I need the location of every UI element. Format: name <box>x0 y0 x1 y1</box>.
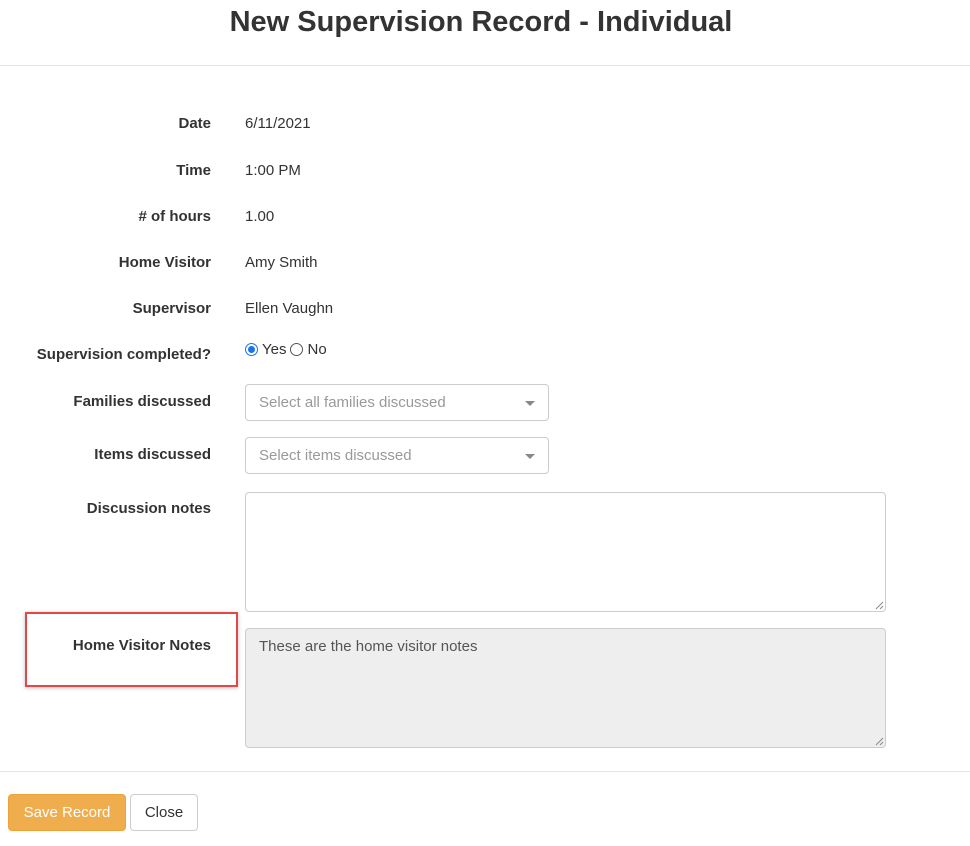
families-discussed-select[interactable]: Select all families discussed <box>245 384 549 421</box>
home-visitor-notes-textarea: These are the home visitor notes <box>245 628 886 748</box>
discussion-notes-label: Discussion notes <box>86 500 211 517</box>
caret-down-icon <box>525 401 535 406</box>
time-label: Time <box>176 162 211 179</box>
resize-grip-icon[interactable] <box>874 736 884 746</box>
items-discussed-placeholder: Select items discussed <box>259 447 412 464</box>
home-visitor-value: Amy Smith <box>245 254 318 271</box>
hours-value: 1.00 <box>245 208 275 225</box>
discussion-notes-textarea[interactable] <box>245 492 886 612</box>
save-record-button[interactable]: Save Record <box>8 794 126 831</box>
supervisor-label: Supervisor <box>132 300 211 317</box>
modal-header: New Supervision Record - Individual <box>0 0 970 66</box>
annotation-highlight-box <box>25 612 238 687</box>
modal-footer <box>0 771 970 772</box>
supervision-completed-label: Supervision completed? <box>36 346 211 363</box>
date-value: 6/11/2021 <box>245 115 311 132</box>
resize-grip-icon[interactable] <box>874 600 884 610</box>
hours-label: # of hours <box>138 208 211 225</box>
families-discussed-placeholder: Select all families discussed <box>259 394 446 411</box>
caret-down-icon <box>525 454 535 459</box>
no-radio-label[interactable]: No <box>307 341 326 358</box>
no-radio[interactable] <box>290 343 304 356</box>
supervisor-value: Ellen Vaughn <box>245 300 334 317</box>
supervision-completed-radio-group: Yes No <box>245 341 331 358</box>
page-title: New Supervision Record - Individual <box>229 6 733 38</box>
home-visitor-label: Home Visitor <box>118 254 211 271</box>
yes-radio[interactable] <box>245 343 258 356</box>
items-discussed-select[interactable]: Select items discussed <box>245 437 549 474</box>
close-button[interactable]: Close <box>130 794 198 831</box>
time-value: 1:00 PM <box>245 162 301 179</box>
yes-radio-label[interactable]: Yes <box>262 341 286 358</box>
families-discussed-label: Families discussed <box>73 393 211 410</box>
date-label: Date <box>178 115 211 132</box>
items-discussed-label: Items discussed <box>94 446 211 463</box>
